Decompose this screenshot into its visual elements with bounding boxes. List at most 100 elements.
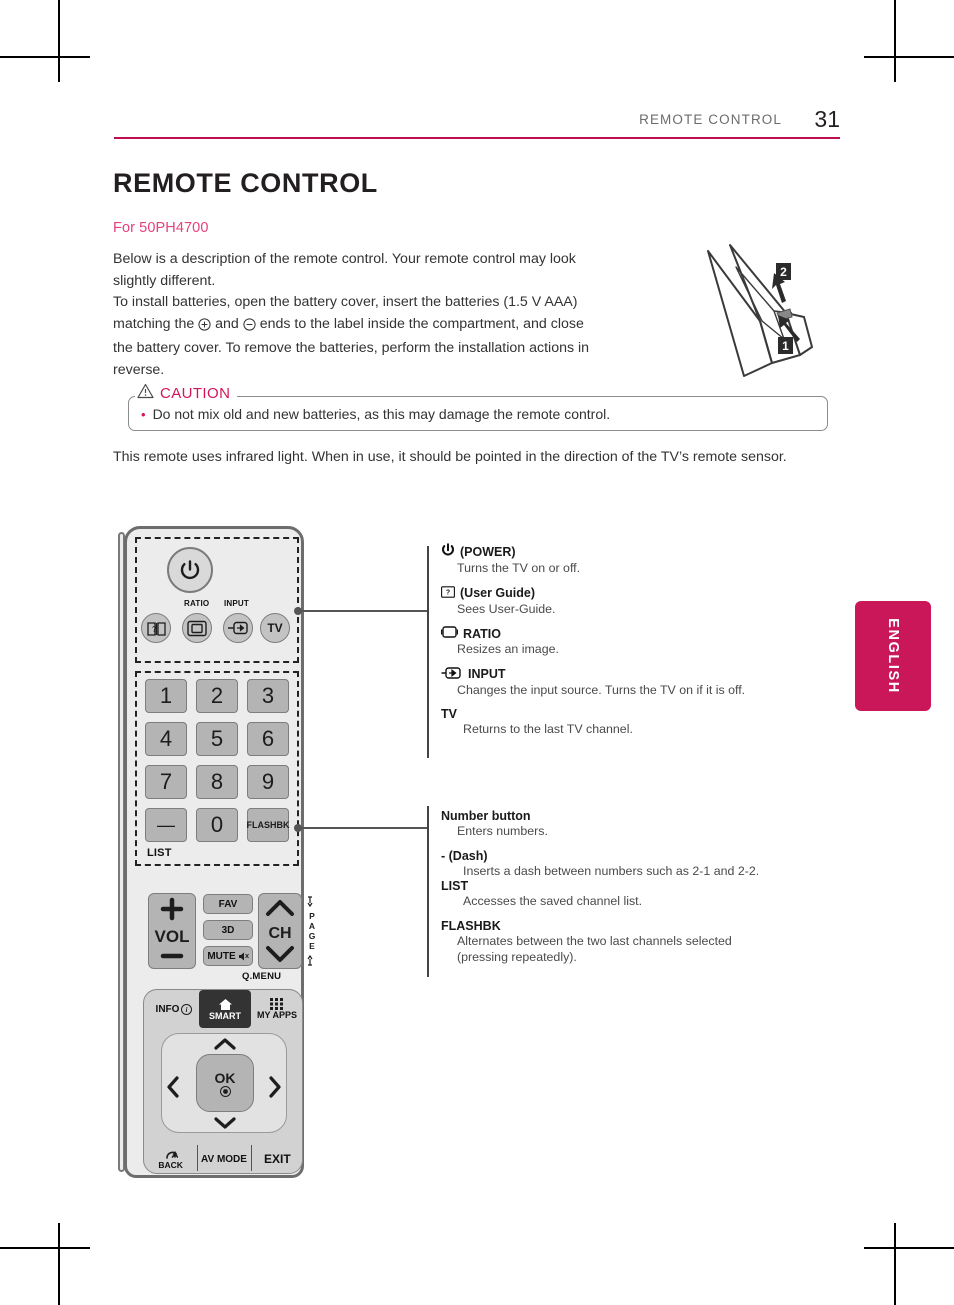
- crop-mark-top-right-v: [894, 0, 896, 82]
- apps-grid-icon: [269, 998, 283, 1010]
- annotation-flashbk: FLASHBK Alternates between the two last …: [441, 919, 841, 966]
- user-guide-button[interactable]: ?: [141, 613, 171, 643]
- callout-line-1: [300, 610, 427, 612]
- page-number: 31: [814, 106, 840, 132]
- annotation-user-guide-title: (User Guide): [460, 586, 536, 600]
- number-button-3[interactable]: 3: [247, 679, 289, 713]
- dpad[interactable]: OK: [161, 1033, 287, 1133]
- dpad-down-icon: [214, 1117, 236, 1129]
- callout-bar-2: [427, 806, 429, 977]
- my-apps-button[interactable]: MY APPS: [250, 990, 304, 1028]
- battery-install-diagram: 1 2: [700, 243, 845, 383]
- intro-line-4: matching the and ends to the label insid…: [113, 314, 658, 339]
- caution-bullet: •: [141, 407, 146, 422]
- power-button[interactable]: [167, 547, 213, 593]
- my-apps-label: MY APPS: [256, 1010, 297, 1020]
- info-button[interactable]: INFO i: [148, 990, 200, 1028]
- intro-line-5: the battery cover. To remove the batteri…: [113, 340, 590, 356]
- annotation-group-top: (POWER) Turns the TV on or off. ? (User …: [441, 543, 841, 747]
- annotation-dash: - (Dash) Inserts a dash between numbers …: [441, 849, 841, 880]
- ok-dot-icon: [219, 1085, 231, 1097]
- dash-button[interactable]: —: [145, 808, 187, 842]
- dpad-left-icon: [167, 1076, 179, 1098]
- caution-content: • Do not mix old and new batteries, as t…: [141, 406, 610, 422]
- fav-button[interactable]: FAV: [203, 894, 253, 914]
- svg-text:i: i: [186, 1006, 188, 1014]
- mute-label: MUTE: [207, 950, 236, 962]
- annotation-input-desc: Changes the input source. Turns the TV o…: [457, 682, 746, 697]
- ratio-button[interactable]: [182, 613, 212, 643]
- annotation-tv-title: TV: [441, 707, 457, 721]
- input-button[interactable]: [223, 613, 253, 643]
- annotation-power: (POWER) Turns the TV on or off.: [441, 543, 841, 577]
- mute-speaker-icon: [238, 952, 249, 960]
- power-icon: [441, 543, 455, 560]
- volume-rocker[interactable]: VOL: [148, 893, 196, 969]
- channel-rocker[interactable]: CH: [258, 893, 302, 969]
- navigation-pad-group: INFO i SMART MY APPS OK BACK AV MODE EXI…: [143, 989, 303, 1174]
- caution-box: CAUTION • Do not mix old and new batteri…: [128, 383, 828, 431]
- dpad-up-icon: [214, 1038, 236, 1050]
- annotation-dash-title: - (Dash): [441, 848, 488, 863]
- number-button-2[interactable]: 2: [196, 679, 238, 713]
- number-button-1[interactable]: 1: [145, 679, 187, 713]
- list-label: LIST: [147, 847, 172, 859]
- annotation-flashbk-desc-1: Alternates between the two last channels…: [457, 933, 732, 948]
- annotation-power-desc: Turns the TV on or off.: [457, 561, 581, 575]
- minus-symbol-icon: [243, 317, 256, 339]
- number-button-9[interactable]: 9: [247, 765, 289, 799]
- ratio-icon: [441, 626, 458, 641]
- smart-home-button[interactable]: SMART: [199, 990, 251, 1028]
- intro-line-2: slightly different.: [113, 272, 216, 289]
- annotation-ratio-title: RATIO: [463, 626, 501, 641]
- smart-label: SMART: [209, 1010, 241, 1021]
- bottom-row-sep-1: [197, 1145, 198, 1171]
- crop-mark-bottom-right-h: [864, 1247, 954, 1249]
- flashbk-button[interactable]: FLASHBK: [247, 808, 290, 842]
- annotation-list-desc: Accesses the saved channel list.: [463, 894, 643, 908]
- page-title: REMOTE CONTROL: [113, 168, 378, 198]
- intro-line-4c: ends to the label inside the compartment…: [259, 315, 584, 332]
- intro-line-6: reverse.: [113, 361, 165, 378]
- annotation-tv: TV Returns to the last TV channel.: [441, 707, 841, 738]
- warning-triangle-icon: [137, 383, 154, 404]
- intro-line-3: To install batteries, open the battery c…: [113, 294, 578, 310]
- three-d-button[interactable]: 3D: [203, 920, 253, 940]
- annotation-input-title: INPUT: [468, 667, 506, 681]
- back-label: BACK: [158, 1159, 183, 1170]
- number-button-7[interactable]: 7: [145, 765, 187, 799]
- av-mode-button[interactable]: AV MODE: [197, 1145, 250, 1173]
- page-header: REMOTE CONTROL 31: [114, 106, 840, 148]
- dpad-right-icon: [269, 1076, 281, 1098]
- svg-text:P: P: [309, 911, 315, 921]
- number-button-6[interactable]: 6: [247, 722, 289, 756]
- annotation-number-button-desc: Enters numbers.: [457, 824, 548, 838]
- model-label: For 50PH4700: [113, 220, 209, 236]
- annotation-ratio: RATIO Resizes an image.: [441, 626, 841, 658]
- svg-text:A: A: [309, 921, 315, 931]
- back-button[interactable]: BACK: [144, 1145, 197, 1173]
- number-button-0[interactable]: 0: [196, 808, 238, 842]
- back-arrow-icon: [165, 1150, 178, 1159]
- ok-button[interactable]: OK: [196, 1054, 254, 1112]
- annotation-number-button-title: Number button: [441, 809, 531, 823]
- caution-title: CAUTION: [160, 384, 231, 402]
- exit-button[interactable]: EXIT: [251, 1145, 304, 1173]
- info-circle-icon: i: [181, 1003, 193, 1015]
- annotation-flashbk-desc-2: (pressing repeatedly).: [457, 950, 577, 964]
- crop-mark-bottom-left-v: [58, 1223, 60, 1305]
- intro-paragraph: Below is a description of the remote con…: [113, 249, 658, 381]
- caution-label: CAUTION: [135, 383, 238, 404]
- battery-step-1: 1: [782, 339, 789, 353]
- remote-group-top-dashbox: [135, 537, 299, 663]
- mute-button[interactable]: MUTE: [203, 946, 253, 966]
- intro-line-4b: and: [215, 315, 239, 332]
- number-button-8[interactable]: 8: [196, 765, 238, 799]
- tv-button[interactable]: TV: [260, 613, 290, 643]
- callout-line-2: [300, 827, 427, 829]
- annotation-power-title: (POWER): [460, 544, 516, 559]
- number-button-5[interactable]: 5: [196, 722, 238, 756]
- annotation-input: INPUT Changes the input source. Turns th…: [441, 666, 841, 699]
- info-label: INFO: [155, 1003, 180, 1015]
- number-button-4[interactable]: 4: [145, 722, 187, 756]
